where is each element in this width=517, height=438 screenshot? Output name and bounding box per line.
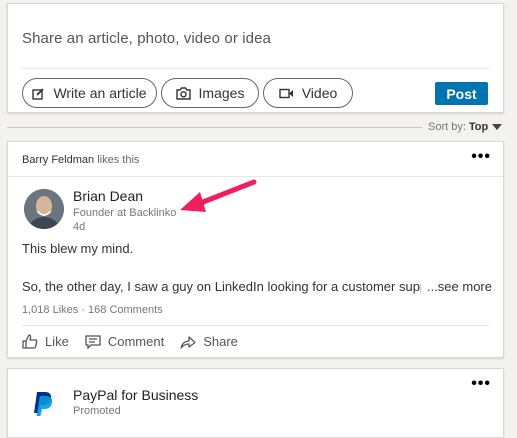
liker-suffix: likes this [97,154,140,166]
post-text: This blew my mind. [22,241,134,256]
divider [22,68,489,69]
post-timestamp: 4d [73,221,86,233]
comment-button[interactable]: Comment [85,334,164,349]
divider [8,176,503,177]
post-button[interactable]: Post [435,82,488,105]
feed-post: Barry Feldman likes this ••• Brian Dean … [7,141,504,358]
images-label: Images [198,85,245,101]
write-article-button[interactable]: Write an article [22,78,157,108]
images-button[interactable]: Images [161,78,259,108]
share-icon [180,335,196,349]
social-counts[interactable]: 1,018 Likes · 168 Comments [22,304,163,316]
sort-divider [7,127,422,128]
sort-prefix: Sort by: [428,121,466,133]
share-prompt-input[interactable]: Share an article, photo, video or idea [22,30,271,47]
more-options-icon[interactable]: ••• [471,148,491,166]
video-icon [279,88,294,99]
liker-name[interactable]: Barry Feldman [22,154,94,166]
like-button[interactable]: Like [22,334,69,349]
author-name[interactable]: Brian Dean [73,188,143,204]
sort-value: Top [468,121,489,133]
share-box: Share an article, photo, video or idea W… [7,3,504,113]
social-context: Barry Feldman likes this [22,154,139,166]
annotation-arrow-icon [180,179,257,212]
divider [22,325,489,326]
share-button[interactable]: Share [180,334,238,349]
post-text-continued: So, the other day, I saw a guy on Linked… [22,279,421,294]
sort-dropdown[interactable]: Sort by: Top [428,121,503,133]
pencil-icon [32,87,45,100]
more-options-icon[interactable]: ••• [471,375,491,393]
comment-label: Comment [107,334,165,349]
avatar[interactable] [24,189,64,229]
post-text-preview: So, the other day, I saw a guy on Linked… [22,279,492,294]
video-label: Video [301,85,338,101]
share-label: Share [203,334,238,349]
camera-icon [175,86,191,100]
author-headline: Founder at Backlinko [73,207,177,219]
promoted-label: Promoted [73,405,121,417]
advertiser-name[interactable]: PayPal for Business [73,387,198,403]
see-more-link[interactable]: ...see more [427,279,492,294]
post-actions: Like Comment Share [22,334,254,349]
comment-icon [85,334,101,349]
paypal-logo-icon[interactable] [32,391,54,417]
write-article-label: Write an article [53,85,147,101]
video-button[interactable]: Video [263,78,353,108]
caret-down-icon [492,124,503,130]
like-label: Like [45,334,69,349]
promoted-post: PayPal for Business Promoted ••• [7,368,504,438]
thumbs-up-icon [22,334,38,349]
